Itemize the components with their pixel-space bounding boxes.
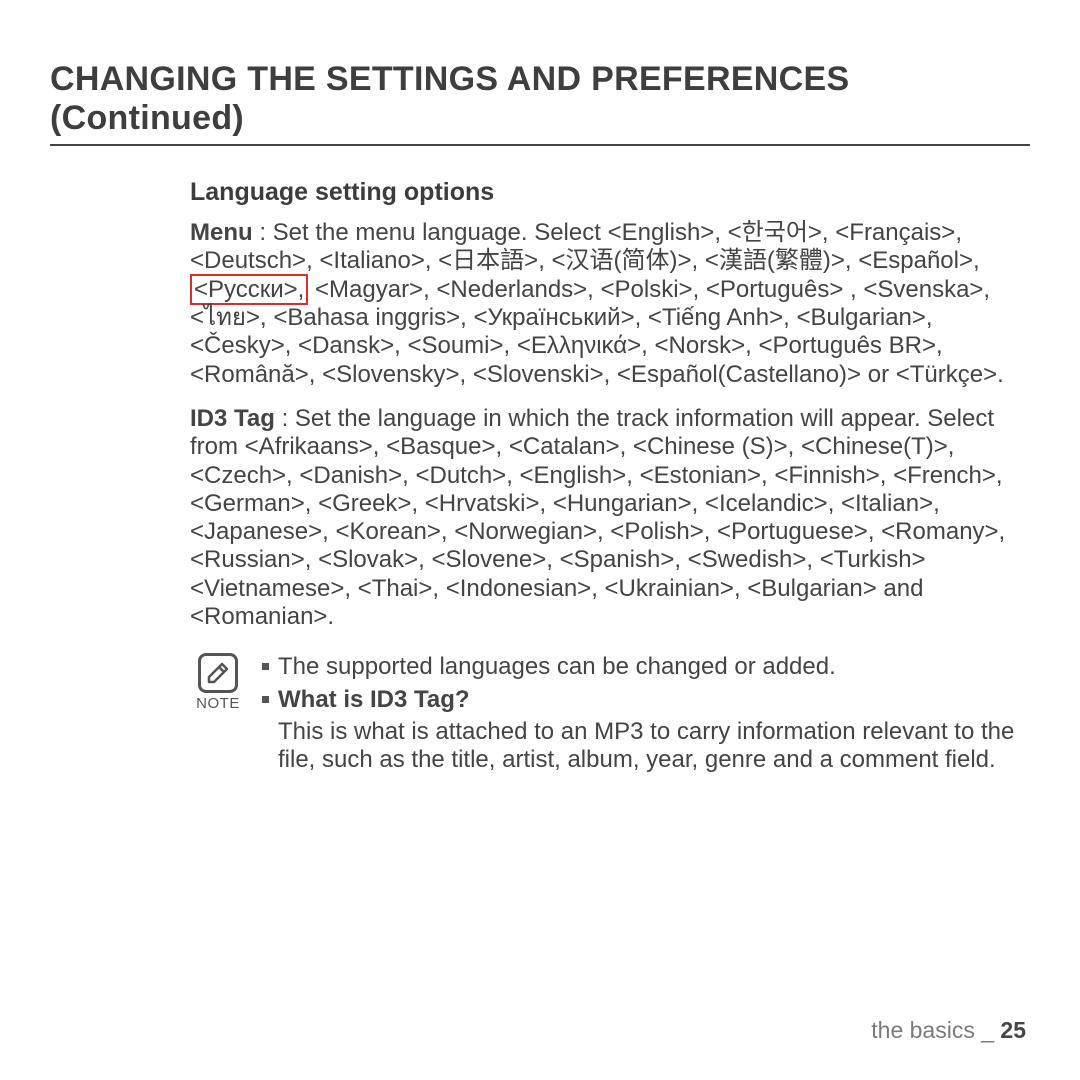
page-footer: the basics _ 25: [871, 1017, 1026, 1044]
menu-rest-text: <Magyar>, <Nederlands>, <Polski>, <Portu…: [190, 276, 1004, 388]
menu-label: Menu: [190, 219, 253, 246]
menu-intro-text: : Set the menu language. Select <English…: [190, 219, 980, 274]
note-bullet-1: The supported languages can be changed o…: [262, 653, 1030, 681]
note-bullet-2: What is ID3 Tag? This is what is attache…: [262, 686, 1030, 775]
footer-section: the basics _: [871, 1017, 1000, 1043]
note-content: The supported languages can be changed o…: [262, 653, 1030, 778]
menu-paragraph: Menu : Set the menu language. Select <En…: [190, 219, 1030, 389]
id3-text: : Set the language in which the track in…: [190, 405, 1005, 630]
highlighted-language: <Русски>,: [190, 274, 308, 305]
document-page: CHANGING THE SETTINGS AND PREFERENCES (C…: [0, 0, 1080, 1080]
note-block: NOTE The supported languages can be chan…: [190, 653, 1030, 778]
page-title: CHANGING THE SETTINGS AND PREFERENCES (C…: [50, 60, 1030, 146]
body-text: Menu : Set the menu language. Select <En…: [190, 219, 1030, 631]
id3-paragraph: ID3 Tag : Set the language in which the …: [190, 405, 1030, 632]
id3-label: ID3 Tag: [190, 405, 275, 432]
note-bullet-2-body: This is what is attached to an MP3 to ca…: [278, 718, 1030, 775]
footer-page-number: 25: [1000, 1017, 1026, 1043]
note-bullet-2-title: What is ID3 Tag?: [278, 686, 470, 713]
section-subtitle: Language setting options: [190, 178, 1030, 207]
note-icon-column: NOTE: [190, 653, 246, 712]
note-label: NOTE: [190, 695, 246, 712]
note-pencil-icon: [198, 653, 238, 693]
